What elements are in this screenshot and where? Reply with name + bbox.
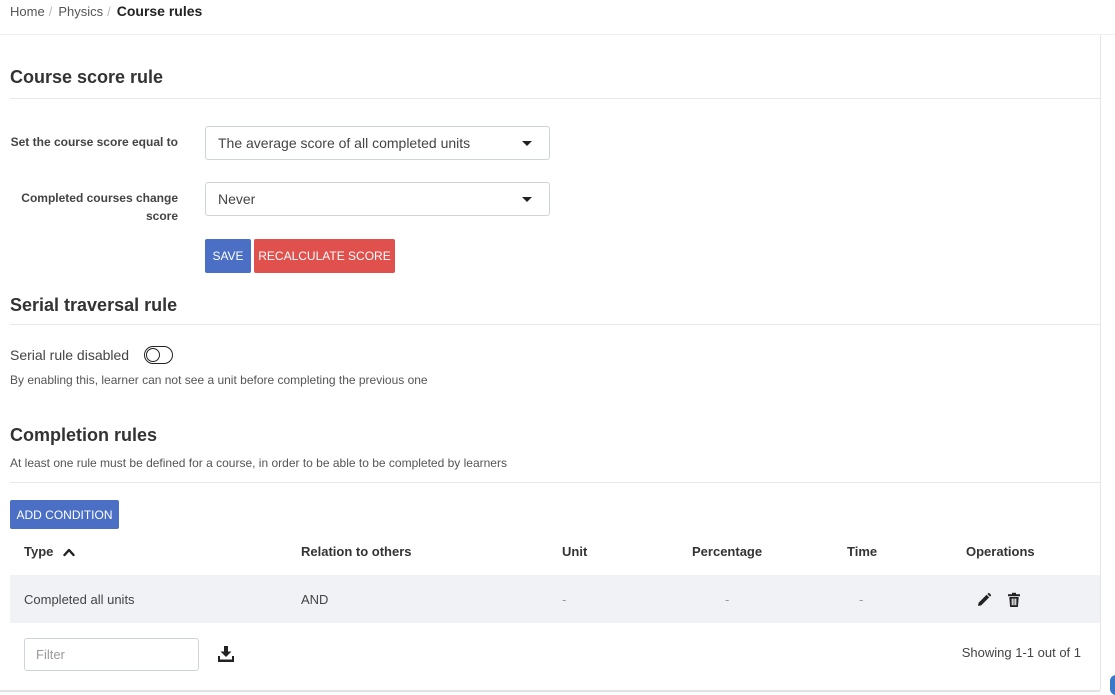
recalculate-score-button[interactable]: RECALCULATE SCORE bbox=[254, 239, 395, 273]
serial-rule-help: By enabling this, learner can not see a … bbox=[10, 373, 428, 387]
pencil-icon[interactable] bbox=[976, 592, 992, 608]
breadcrumb-separator: / bbox=[48, 4, 53, 19]
filter-input[interactable] bbox=[24, 638, 199, 671]
completion-rules-help: At least one rule must be defined for a … bbox=[10, 456, 507, 470]
header-divider bbox=[0, 34, 1115, 35]
panel-edge bbox=[1100, 35, 1101, 690]
pagination-status: Showing 1-1 out of 1 bbox=[961, 645, 1081, 660]
column-header-unit[interactable]: Unit bbox=[562, 543, 587, 561]
change-score-select[interactable]: Never bbox=[205, 182, 550, 216]
column-header-relation[interactable]: Relation to others bbox=[301, 543, 412, 561]
change-score-label: Completed courses change score bbox=[21, 191, 178, 223]
bottom-border bbox=[0, 690, 1100, 692]
cell-percentage: - bbox=[725, 592, 730, 607]
breadcrumb: Home / Physics / Course rules bbox=[10, 3, 202, 19]
cell-unit: - bbox=[562, 592, 567, 607]
score-equal-value: The average score of all completed units bbox=[218, 135, 471, 151]
score-equal-select[interactable]: The average score of all completed units bbox=[205, 126, 550, 160]
add-condition-button[interactable]: ADD CONDITION bbox=[10, 500, 119, 529]
cell-time: - bbox=[859, 592, 864, 607]
score-equal-label: Set the course score equal to bbox=[10, 135, 178, 149]
course-score-rule-heading: Course score rule bbox=[10, 67, 164, 87]
column-header-type[interactable]: Type bbox=[24, 543, 75, 561]
cell-type: Completed all units bbox=[24, 592, 135, 607]
save-button[interactable]: SAVE bbox=[205, 239, 251, 273]
trash-icon[interactable] bbox=[1006, 592, 1022, 608]
column-header-operations: Operations bbox=[966, 544, 1035, 559]
completion-rules-heading: Completion rules bbox=[10, 425, 158, 445]
download-icon[interactable] bbox=[217, 645, 235, 663]
breadcrumb-home[interactable]: Home bbox=[10, 4, 45, 19]
column-header-time[interactable]: Time bbox=[847, 543, 877, 561]
breadcrumb-separator: / bbox=[107, 4, 111, 19]
section-divider bbox=[10, 98, 1100, 99]
section-divider bbox=[10, 324, 1100, 325]
section-divider bbox=[10, 482, 1100, 483]
serial-rule-toggle[interactable] bbox=[144, 346, 173, 364]
cell-relation: AND bbox=[301, 592, 329, 607]
caret-down-icon bbox=[522, 141, 532, 146]
serial-rule-label: Serial rule disabled bbox=[10, 347, 130, 363]
breadcrumb-physics[interactable]: Physics bbox=[58, 4, 103, 19]
chevron-up-icon bbox=[63, 544, 75, 562]
corner-widget[interactable] bbox=[1110, 675, 1115, 695]
change-score-value: Never bbox=[218, 191, 256, 207]
serial-rule-heading: Serial traversal rule bbox=[10, 295, 178, 315]
column-header-percentage[interactable]: Percentage bbox=[692, 543, 762, 561]
table-row bbox=[10, 575, 1100, 623]
caret-down-icon bbox=[522, 197, 532, 202]
toggle-knob bbox=[146, 347, 160, 362]
column-header-label: Type bbox=[24, 544, 54, 559]
breadcrumb-current: Course rules bbox=[116, 3, 203, 19]
